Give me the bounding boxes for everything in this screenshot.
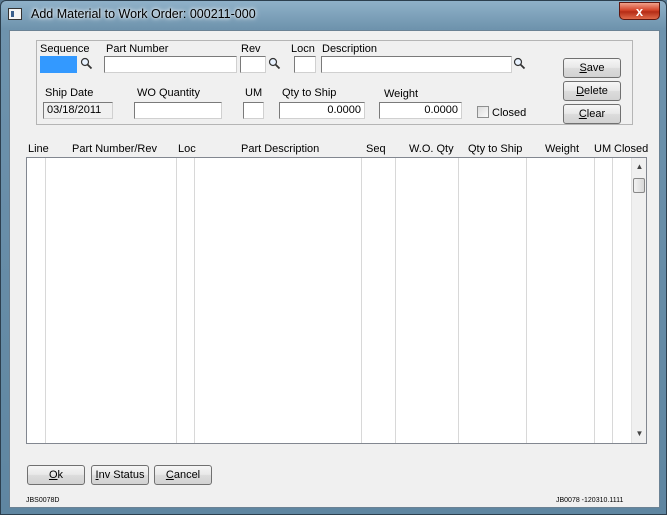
- sequence-field[interactable]: [40, 56, 77, 73]
- ok-button-label: k: [57, 469, 64, 481]
- ship-date-label: Ship Date: [45, 87, 94, 99]
- ship-date-field[interactable]: 03/18/2011: [43, 102, 113, 119]
- grid-vertical-scrollbar[interactable]: ▲ ▼: [631, 158, 646, 443]
- qty-to-ship-field[interactable]: 0.0000: [279, 102, 365, 119]
- um-label: UM: [245, 87, 263, 99]
- entry-form-group: Sequence Part Number Rev Locn Descriptio…: [36, 40, 633, 125]
- part-number-label: Part Number: [106, 43, 169, 55]
- clear-button-accel: C: [578, 108, 587, 120]
- wo-quantity-field[interactable]: [134, 102, 222, 119]
- wo-quantity-label: WO Quantity: [137, 87, 200, 99]
- form-id-label: JBS0078D: [26, 497, 60, 504]
- grid-column-divider: [526, 158, 527, 443]
- rev-field[interactable]: [240, 56, 266, 73]
- description-lookup-magnifier-icon[interactable]: [513, 57, 526, 70]
- col-header-qty-to-ship[interactable]: Qty to Ship: [468, 143, 522, 155]
- clear-button-label: lear: [586, 108, 606, 120]
- description-label: Description: [322, 43, 378, 55]
- delete-button[interactable]: Delete: [563, 81, 621, 101]
- ok-button[interactable]: Ok: [27, 465, 85, 485]
- save-button-accel: S: [579, 62, 587, 74]
- locn-label: Locn: [291, 43, 315, 55]
- scroll-up-arrow-icon[interactable]: ▲: [632, 160, 647, 174]
- weight-label: Weight: [384, 88, 419, 100]
- description-field[interactable]: [321, 56, 512, 73]
- dialog-window: Add Material to Work Order: 000211-000 x…: [0, 0, 667, 515]
- col-header-part-number-rev[interactable]: Part Number/Rev: [72, 143, 157, 155]
- part-number-field[interactable]: [104, 56, 237, 73]
- version-label: JB0078 -120310.1111: [556, 497, 624, 504]
- grid-column-divider: [194, 158, 195, 443]
- scroll-thumb[interactable]: [633, 178, 645, 193]
- col-header-wo-qty[interactable]: W.O. Qty: [409, 143, 454, 155]
- grid-column-divider: [594, 158, 595, 443]
- app-window-icon[interactable]: [8, 8, 22, 20]
- col-header-weight[interactable]: Weight: [545, 143, 579, 155]
- col-header-um[interactable]: UM: [594, 143, 611, 155]
- title-bar[interactable]: Add Material to Work Order: 000211-000 x: [1, 1, 666, 29]
- qty-to-ship-label: Qty to Ship: [282, 87, 337, 99]
- grid-column-divider: [361, 158, 362, 443]
- sequence-label: Sequence: [40, 43, 90, 55]
- cancel-button-accel: C: [165, 469, 174, 481]
- sequence-lookup-magnifier-icon[interactable]: [80, 57, 93, 70]
- delete-button-accel: D: [576, 85, 585, 97]
- material-grid-header: Line Part Number/Rev Loc Part Descriptio…: [26, 141, 652, 157]
- ok-button-accel: O: [48, 469, 58, 481]
- grid-column-divider: [176, 158, 177, 443]
- save-button[interactable]: Save: [563, 58, 621, 78]
- material-grid[interactable]: ▲ ▼: [26, 157, 647, 444]
- locn-field[interactable]: [294, 56, 316, 73]
- grid-column-divider: [45, 158, 46, 443]
- weight-field[interactable]: 0.0000: [379, 102, 462, 119]
- dialog-client-area: Sequence Part Number Rev Locn Descriptio…: [9, 30, 660, 508]
- rev-lookup-magnifier-icon[interactable]: [268, 57, 281, 70]
- grid-column-divider: [395, 158, 396, 443]
- inv-status-button[interactable]: Inv Status: [91, 465, 149, 485]
- grid-column-divider: [612, 158, 613, 443]
- delete-button-label: elete: [584, 85, 608, 97]
- clear-button[interactable]: Clear: [563, 104, 621, 124]
- col-header-loc[interactable]: Loc: [178, 143, 196, 155]
- window-title: Add Material to Work Order: 000211-000: [31, 7, 256, 21]
- cancel-button[interactable]: Cancel: [154, 465, 212, 485]
- grid-column-divider: [458, 158, 459, 443]
- col-header-line[interactable]: Line: [28, 143, 49, 155]
- col-header-closed[interactable]: Closed: [614, 143, 648, 155]
- um-field[interactable]: [243, 102, 264, 119]
- cancel-button-label: ancel: [173, 469, 201, 481]
- rev-label: Rev: [241, 43, 261, 55]
- closed-checkbox[interactable]: [477, 106, 489, 118]
- col-header-seq[interactable]: Seq: [366, 143, 386, 155]
- closed-label: Closed: [492, 107, 527, 119]
- inv-status-button-label: nv Status: [98, 469, 145, 481]
- close-button[interactable]: x: [619, 2, 660, 20]
- save-button-label: ave: [586, 62, 605, 74]
- col-header-part-description[interactable]: Part Description: [241, 143, 319, 155]
- scroll-down-arrow-icon[interactable]: ▼: [632, 427, 647, 441]
